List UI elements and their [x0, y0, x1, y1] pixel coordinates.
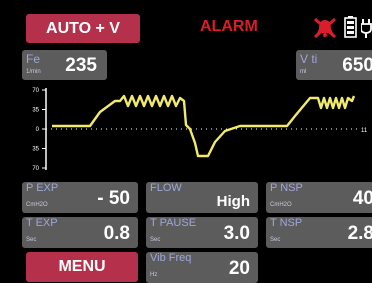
alarm-bell-muted-icon[interactable]: [313, 17, 337, 39]
power-plug-icon: [361, 19, 372, 38]
waveform-line: [52, 94, 356, 158]
mode-button[interactable]: AUTO + V: [26, 14, 140, 43]
flow-value: High: [216, 193, 250, 210]
fe-value: 235: [65, 55, 97, 76]
y-tick-label: 35: [32, 108, 39, 114]
t-nsp-setting[interactable]: T NSP Sec 2.8: [266, 217, 372, 248]
vti-unit: ml: [300, 69, 307, 75]
battery-icon: [344, 16, 357, 38]
t-nsp-unit: Sec: [270, 237, 281, 243]
p-nsp-unit: CmH2O: [270, 202, 292, 208]
t-pause-unit: Sec: [150, 237, 161, 243]
t-pause-label: T PAUSE: [150, 217, 197, 229]
vib-freq-value: 20: [228, 258, 250, 279]
t-exp-unit: Sec: [26, 237, 37, 243]
right-tick-label: 11: [361, 128, 368, 134]
vib-freq-setting[interactable]: Vib Freq Hz 20: [146, 252, 258, 283]
menu-button[interactable]: MENU: [26, 252, 138, 282]
alarm-indicator: ALARM: [200, 18, 258, 35]
vib-freq-unit: Hz: [150, 272, 158, 278]
p-exp-unit: CmH2O: [26, 202, 48, 208]
p-exp-setting[interactable]: P EXP CmH2O - 50: [22, 182, 138, 213]
y-ticks: 70 35 0 35 70: [32, 88, 46, 172]
fe-unit: 1/min: [26, 69, 41, 75]
flow-label: FLOW: [150, 182, 182, 194]
p-nsp-value: 40: [352, 188, 372, 209]
y-tick-label: 0: [36, 127, 40, 133]
vti-label: V ti: [300, 52, 318, 66]
p-nsp-setting[interactable]: P NSP CmH2O 40: [266, 182, 372, 213]
y-tick-label: 35: [32, 147, 39, 153]
fe-monitor[interactable]: Fe 1/min 235: [22, 50, 107, 80]
t-exp-value: 0.8: [103, 223, 130, 244]
fe-label: Fe: [26, 52, 41, 66]
pressure-waveform-chart: 70 35 0 35 70 11: [32, 88, 368, 172]
flow-setting[interactable]: FLOW High: [146, 182, 258, 213]
y-tick-label: 70: [32, 166, 39, 172]
t-nsp-label: T NSP: [270, 217, 303, 229]
p-exp-label: P EXP: [26, 182, 59, 194]
t-exp-label: T EXP: [26, 217, 58, 229]
t-exp-setting[interactable]: T EXP Sec 0.8: [22, 217, 138, 248]
y-tick-label: 70: [32, 88, 39, 94]
vti-monitor[interactable]: V ti ml 650: [296, 50, 372, 80]
p-nsp-label: P NSP: [270, 182, 303, 194]
vti-value: 650: [342, 55, 372, 76]
t-nsp-value: 2.8: [347, 223, 372, 244]
t-pause-value: 3.0: [223, 223, 250, 244]
vib-freq-label: Vib Freq: [150, 252, 192, 264]
p-exp-value: - 50: [97, 188, 130, 209]
t-pause-setting[interactable]: T PAUSE Sec 3.0: [146, 217, 258, 248]
